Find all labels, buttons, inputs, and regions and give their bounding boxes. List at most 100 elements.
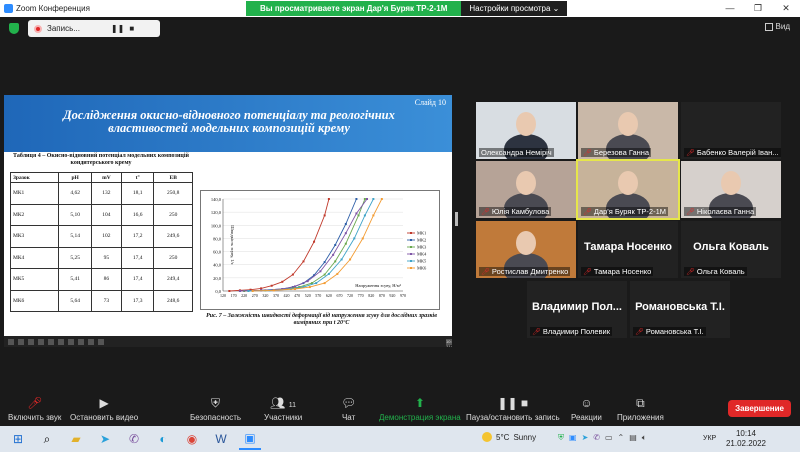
y-tick-label: 20,0 — [213, 276, 222, 282]
table-cell: 5,14 — [58, 225, 92, 248]
table-row: МК6 5,64 73 17,3 248,6 — [9, 289, 193, 312]
data-point — [361, 237, 364, 240]
windows-start-icon[interactable]: ⊞ — [7, 428, 29, 450]
security-shield-icon[interactable] — [9, 23, 19, 34]
participant-name-label: 🎤︎ Ольга Коваль — [684, 267, 747, 276]
table-row: МК2 5,10 104 16,6 250 — [9, 203, 193, 226]
stop-recording-icon[interactable]: ■ — [129, 24, 134, 33]
view-options-button[interactable]: Настройки просмотра ⌄ — [461, 1, 568, 16]
chat-button[interactable]: 💬︎ Чат — [341, 396, 356, 422]
x-tick-label: 170 — [231, 293, 237, 298]
participant-name: Ростислав Дмитренко — [491, 267, 569, 276]
taskbar-clock[interactable]: 10:14 21.02.2022 — [720, 429, 772, 449]
participant-tile[interactable]: 🎤︎ Дар'я Буряк ТР-2-1М — [576, 159, 680, 220]
search-icon[interactable]: ⌕ — [36, 428, 58, 450]
shared-taskbar-icon — [78, 338, 84, 345]
data-point — [319, 270, 322, 273]
word-icon[interactable]: W — [210, 428, 232, 450]
x-tick-label: 970 — [400, 293, 406, 298]
viber-icon[interactable]: ✆ — [123, 428, 145, 450]
slide-title: Дослідження окисно-відновного потенціалу… — [63, 108, 395, 135]
data-point — [313, 240, 316, 243]
end-meeting-button[interactable]: Завершение — [728, 400, 791, 417]
telegram-icon[interactable]: ➤ — [94, 428, 116, 450]
table-cell: 4,62 — [58, 182, 92, 205]
legend-label: МК4 — [417, 252, 427, 257]
participant-name-label: 🎤︎ Дар'я Буряк ТР-2-1М — [581, 207, 668, 216]
participant-name-label: 🎤︎ Юлія Камбулова — [479, 207, 552, 216]
participant-tile[interactable]: Владимир Пол... 🎤︎ Владимир Полевик — [527, 281, 627, 338]
participant-name: Юлія Камбулова — [491, 207, 550, 216]
microphone-muted-icon: 🎤︎ — [532, 328, 541, 336]
data-point — [272, 289, 275, 292]
share-screen-button[interactable]: ⬆ Демонстрация экрана — [379, 396, 461, 422]
telegram-tray-icon[interactable]: ➤ — [582, 433, 589, 443]
participant-tile[interactable]: Тамара Носенко 🎤︎ Тамара Носенко — [578, 221, 678, 278]
volume-icon[interactable]: 🔈︎ — [642, 433, 647, 443]
participants-button[interactable]: 👥︎ 11 Участники — [264, 396, 302, 422]
input-language[interactable]: УКР — [703, 435, 716, 442]
participant-tile[interactable]: 🎤︎ Ростислав Дмитренко — [476, 221, 576, 278]
participant-tile[interactable]: 🎤︎ Березова Ганна — [578, 102, 678, 159]
figure-caption: Рис. 7 – Залежність швидкості деформації… — [206, 313, 437, 326]
shield-tray-icon[interactable]: ⛨ — [558, 433, 564, 443]
edge-icon[interactable]: ◐ — [152, 428, 174, 450]
table-cell: 250 — [153, 246, 193, 269]
y-tick-label: 80,0 — [213, 236, 222, 242]
split-resize-handle[interactable] — [455, 212, 458, 226]
chrome-icon[interactable]: ◉ — [181, 428, 203, 450]
zoom-tray-icon[interactable]: ▣ — [569, 433, 577, 443]
meeting-toolbar: 🎤︎ Включить звук ▶ Остановить видео ⛨ Бе… — [0, 392, 800, 426]
minimize-button[interactable]: — — [716, 0, 744, 17]
x-tick-label: 670 — [336, 293, 342, 298]
participant-name: Ніколаєва Ганна — [696, 207, 755, 216]
participant-tile[interactable]: 🎤︎ Бабенко Валерій Іван... — [681, 102, 781, 159]
participant-display-name: Ольга Коваль — [693, 241, 769, 253]
slide-header: Слайд 10 Дослідження окисно-відновного п… — [4, 95, 452, 152]
close-button[interactable]: ✕ — [772, 0, 800, 17]
show-hidden-icons[interactable]: ⌃ — [618, 433, 625, 443]
stop-video-button[interactable]: ▶ Остановить видео — [70, 396, 138, 422]
table-header-cell: EB — [153, 172, 193, 183]
apps-button[interactable]: ⧉ Приложения — [617, 396, 664, 422]
maximize-button[interactable]: ❐ — [744, 0, 772, 17]
x-tick-label: 720 — [347, 293, 353, 298]
recording-indicator: Запись... ❚❚ ■ — [28, 20, 160, 37]
legend-label: МК6 — [417, 266, 427, 271]
table-row: МК3 5,14 102 17,2 249,6 — [9, 225, 193, 248]
pause-recording-icon[interactable]: ❚❚ — [111, 24, 124, 33]
reactions-button[interactable]: ☺︎ Реакции — [571, 396, 602, 422]
participant-tile[interactable]: 🎤︎ Юлія Камбулова — [476, 161, 576, 218]
participant-video-head — [516, 231, 536, 255]
table-cell: 249,6 — [153, 225, 193, 248]
sun-icon — [482, 432, 492, 442]
data-point — [270, 284, 273, 287]
participant-display-name: Владимир Пол... — [532, 301, 622, 313]
data-point — [344, 232, 347, 235]
smiley-plus-icon: ☺︎ — [580, 396, 593, 410]
file-explorer-icon[interactable]: ▰ — [65, 428, 87, 450]
zoom-taskbar-icon[interactable]: ▣ — [239, 428, 261, 450]
clock-date: 21.02.2022 — [725, 439, 767, 448]
data-point — [380, 198, 383, 200]
shared-taskbar-icon — [98, 338, 104, 345]
participant-tile[interactable]: Олександра Неміріч — [476, 102, 576, 159]
viber-tray-icon[interactable]: ✆ — [593, 433, 600, 443]
participants-label: Участники — [264, 413, 303, 422]
shield-icon: ⛨ — [211, 396, 221, 410]
x-tick-label: 220 — [241, 293, 247, 298]
data-point — [355, 212, 358, 215]
weather-widget[interactable]: 5°C Sunny — [482, 432, 536, 442]
display-tray-icon[interactable]: ▭ — [605, 433, 613, 443]
pause-recording-button[interactable]: ❚❚ ■ Пауза/остановить запись — [466, 396, 560, 422]
participant-tile[interactable]: Ольга Коваль 🎤︎ Ольга Коваль — [681, 221, 781, 278]
view-button[interactable]: Вид — [764, 22, 790, 31]
security-button[interactable]: ⛨ Безопасность — [190, 396, 241, 422]
participants-icon: 👥︎ 11 — [270, 396, 297, 410]
unmute-button[interactable]: 🎤︎ Включить звук — [8, 396, 61, 422]
participant-tile[interactable]: 🎤︎ Ніколаєва Ганна — [681, 161, 781, 218]
x-tick-label: 520 — [305, 293, 311, 298]
participant-tile[interactable]: Романовська Т.І. 🎤︎ Романовська Т.І. — [630, 281, 730, 338]
data-point — [306, 280, 309, 283]
network-icon[interactable]: ▤ — [629, 433, 637, 443]
